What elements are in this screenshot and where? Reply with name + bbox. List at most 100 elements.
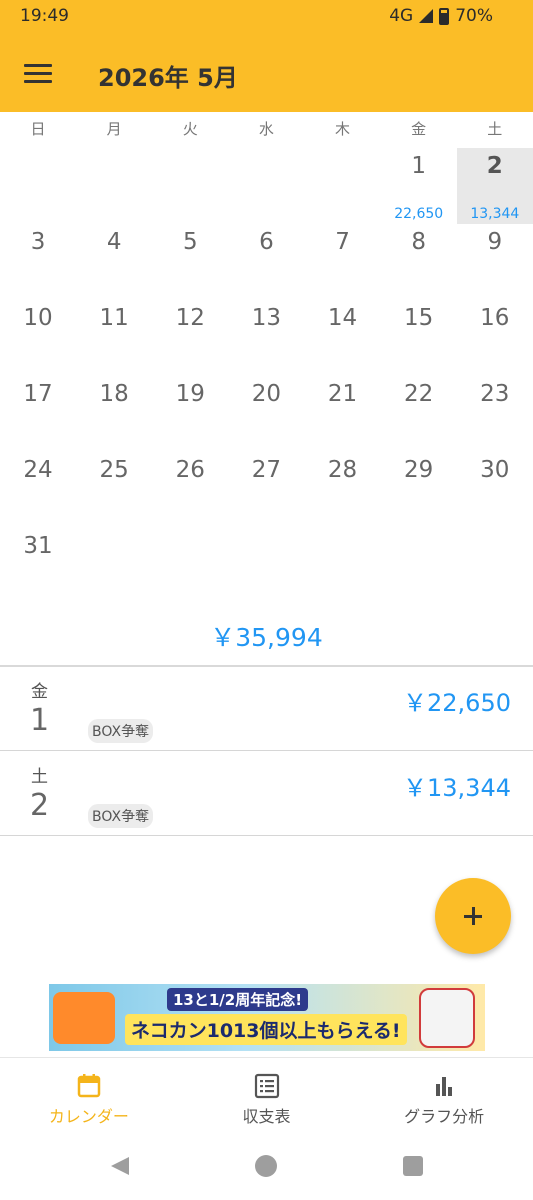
day-number: 23 <box>480 381 510 407</box>
calendar-week-row: 1 22,650 2 13,344 <box>0 148 533 224</box>
back-icon[interactable] <box>109 1155 131 1177</box>
day-number: 28 <box>327 457 358 483</box>
calendar-day-cell[interactable]: 6 <box>228 224 304 300</box>
entry-weekday: 金 <box>31 682 48 702</box>
page-title: 2026年 5月 <box>98 64 238 92</box>
game-logo-icon <box>53 992 115 1044</box>
tab-ledger[interactable]: 収支表 <box>178 1058 356 1140</box>
system-nav-bar <box>0 1140 533 1200</box>
calendar-day-cell <box>76 528 152 604</box>
day-number: 16 <box>480 305 510 331</box>
calendar-day-cell[interactable]: 28 <box>305 452 381 528</box>
entry-tag: BOX争奪 <box>88 804 154 828</box>
calendar-week-row: 31 <box>0 528 533 604</box>
signal-icon <box>419 9 434 23</box>
calendar-day-cell[interactable]: 25 <box>76 452 152 528</box>
day-number: 9 <box>487 229 503 255</box>
calendar-day-cell <box>228 148 304 224</box>
calendar-day-cell[interactable]: 3 <box>0 224 76 300</box>
ad-banner[interactable]: 13と1/2周年記念! ネコカン1013個以上もらえる! <box>49 984 485 1051</box>
day-number: 7 <box>335 229 350 255</box>
calendar-day-cell[interactable]: 12 <box>152 300 228 376</box>
calendar-day-cell[interactable]: 21 <box>305 376 381 452</box>
calendar-day-cell <box>305 528 381 604</box>
calendar-day-cell[interactable]: 26 <box>152 452 228 528</box>
add-entry-button[interactable] <box>435 878 511 954</box>
day-number: 14 <box>327 305 358 331</box>
calendar-day-cell[interactable]: 5 <box>152 224 228 300</box>
calendar-day-cell[interactable]: 30 <box>457 452 533 528</box>
calendar-day-cell[interactable]: 27 <box>228 452 304 528</box>
weekday-label: 水 <box>258 120 274 138</box>
calendar-day-cell[interactable]: 10 <box>0 300 76 376</box>
recent-apps-icon[interactable] <box>403 1156 423 1176</box>
weekday-label: 土 <box>487 120 503 138</box>
home-icon[interactable] <box>255 1155 277 1177</box>
calendar-day-cell[interactable]: 29 <box>381 452 457 528</box>
tab-label: 収支表 <box>242 1107 291 1126</box>
day-number <box>76 148 152 153</box>
day-number: 29 <box>404 457 434 483</box>
day-number <box>228 148 304 153</box>
tab-calendar[interactable]: カレンダー <box>0 1058 178 1140</box>
app-bar: 2026年 5月 <box>0 36 533 112</box>
day-number: 13 <box>251 305 282 331</box>
calendar-day-cell[interactable]: 9 <box>457 224 533 300</box>
calendar-day-cell <box>305 148 381 224</box>
calendar-day-cell[interactable]: 14 <box>305 300 381 376</box>
calendar-day-cell[interactable]: 18 <box>76 376 152 452</box>
calendar-day-cell[interactable]: 7 <box>305 224 381 300</box>
entry-weekday: 土 <box>31 767 48 787</box>
day-number <box>457 528 533 533</box>
day-number: 2 <box>486 153 503 179</box>
calendar-day-cell[interactable]: 24 <box>0 452 76 528</box>
tab-label: グラフ分析 <box>404 1107 485 1126</box>
calendar-day-cell[interactable]: 13 <box>228 300 304 376</box>
calendar-day-cell[interactable]: 23 <box>457 376 533 452</box>
calendar-day-cell[interactable]: 20 <box>228 376 304 452</box>
day-number: 8 <box>411 229 426 255</box>
day-number <box>152 148 228 153</box>
calendar-day-cell <box>381 528 457 604</box>
bottom-nav: カレンダー 収支表 グラフ分析 <box>0 1058 533 1140</box>
calendar-day-cell[interactable]: 17 <box>0 376 76 452</box>
calendar-day-cell[interactable]: 8 <box>381 224 457 300</box>
ad-subheadline: ネコカン1013個以上もらえる! <box>125 1014 407 1045</box>
status-indicators: 4G 70% <box>389 6 493 26</box>
day-number <box>305 528 381 533</box>
calendar-day-cell[interactable]: 11 <box>76 300 152 376</box>
day-number: 11 <box>99 305 129 331</box>
calendar-grid: 1 22,650 2 13,344 3 4 5 6 7 8 9 10 11 12 13 14 15 16 17 18 1… <box>0 148 533 604</box>
cat-mascot-icon <box>419 988 475 1048</box>
calendar-day-cell <box>228 528 304 604</box>
status-time: 19:49 <box>20 6 69 26</box>
day-number: 26 <box>175 457 205 483</box>
calendar-day-cell <box>457 528 533 604</box>
calendar-week-row: 10 11 12 13 14 15 16 <box>0 300 533 376</box>
calendar-day-cell[interactable]: 1 22,650 <box>381 148 457 224</box>
day-number: 4 <box>106 229 122 255</box>
list-table-icon <box>254 1073 279 1099</box>
hamburger-menu-icon[interactable] <box>24 64 52 86</box>
calendar-day-cell[interactable]: 4 <box>76 224 152 300</box>
list-item[interactable]: 土 2 BOX争奪 ￥13,344 <box>0 752 533 836</box>
day-number <box>76 528 152 533</box>
month-total: ￥35,994 <box>210 623 323 652</box>
calendar-day-cell[interactable]: 31 <box>0 528 76 604</box>
day-number: 22 <box>404 381 434 407</box>
list-item[interactable]: 金 1 BOX争奪 ￥22,650 <box>0 667 533 751</box>
calendar-day-cell[interactable]: 15 <box>381 300 457 376</box>
calendar-day-cell[interactable]: 16 <box>457 300 533 376</box>
day-number: 18 <box>99 381 129 407</box>
calendar-day-cell[interactable]: 2 13,344 <box>456 148 533 224</box>
calendar-day-cell <box>152 148 228 224</box>
day-number: 31 <box>23 533 53 559</box>
day-amount: 22,650 <box>394 206 444 222</box>
calendar-day-cell[interactable]: 19 <box>152 376 228 452</box>
calendar-day-cell[interactable]: 22 <box>381 376 457 452</box>
day-number: 19 <box>175 381 205 407</box>
day-number: 24 <box>23 457 53 483</box>
calendar-day-cell <box>0 148 76 224</box>
tab-graph-analysis[interactable]: グラフ分析 <box>355 1058 533 1140</box>
day-number <box>228 528 304 533</box>
